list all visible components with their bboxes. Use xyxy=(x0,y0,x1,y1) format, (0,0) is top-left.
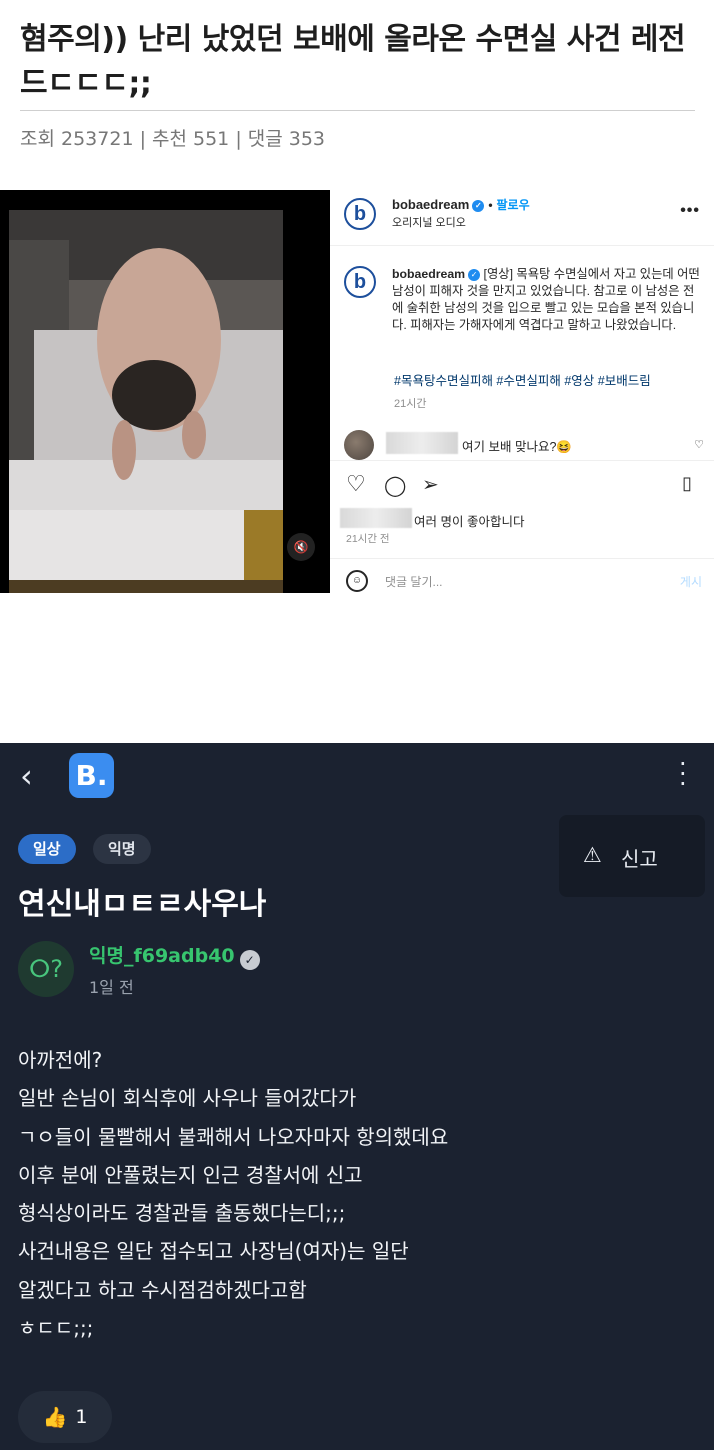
blurred-username xyxy=(386,432,458,454)
thumbs-up-icon: 👍 xyxy=(42,1405,68,1429)
bookmark-icon[interactable]: ▯ xyxy=(682,473,692,494)
post-comment-button[interactable]: 게시 xyxy=(680,573,702,590)
comment-row: 여기 보배 맞나요?😆 ♡ xyxy=(344,430,704,460)
body-line: 일반 손님이 회식후에 사우나 들어갔다가 xyxy=(18,1086,357,1111)
verified-icon: ✓ xyxy=(472,199,485,212)
comment-icon[interactable]: ◯ xyxy=(384,473,406,498)
audio-label[interactable]: 오리지널 오디오 xyxy=(392,214,466,230)
caption-time: 21시간 xyxy=(394,398,427,410)
account-name[interactable]: bobaedream xyxy=(392,197,469,212)
body-line: ㄱㅇ들이 물빨해서 불쾌해서 나오자마자 항의했데요 xyxy=(18,1124,449,1149)
warning-icon: ⚠ xyxy=(583,843,602,867)
report-button[interactable]: 신고 xyxy=(621,843,658,872)
action-bar: ♡ ◯ ➢ ▯ xyxy=(330,460,714,504)
video-frame-image xyxy=(9,210,283,593)
divider xyxy=(20,110,695,111)
instagram-post-panel: b bobaedream ✓ • 팔로우 오리지널 오디오 ••• b bobaedr… xyxy=(330,190,714,600)
body-line: 알겠다고 하고 수시점검하겠다고함 xyxy=(18,1277,307,1302)
commenter-avatar[interactable] xyxy=(344,430,374,460)
body-line: ㅎㄷㄷ;;; xyxy=(18,1316,94,1341)
like-count: 1 xyxy=(75,1406,88,1428)
comment-input-bar: ☺ 댓글 달기... 게시 xyxy=(330,558,714,600)
anonymous-avatar-icon[interactable]: ⵔ? xyxy=(18,941,74,997)
more-options-icon[interactable]: ••• xyxy=(680,202,700,220)
share-icon[interactable]: ➢ xyxy=(422,472,439,497)
account-name-row: bobaedream ✓ • 팔로우 xyxy=(392,196,530,213)
video-player[interactable]: 🔇 xyxy=(0,190,330,593)
report-menu: ⚠ 신고 xyxy=(559,815,705,897)
blurred-liker xyxy=(340,508,412,528)
body-line: 사건내용은 일단 접수되고 사장님(여자)는 일단 xyxy=(18,1239,409,1264)
tag-daily[interactable]: 일상 xyxy=(18,834,76,864)
instagram-header: b bobaedream ✓ • 팔로우 오리지널 오디오 ••• xyxy=(330,190,714,246)
body-line: 아까전에? xyxy=(18,1048,103,1072)
post-time: 21시간 전 xyxy=(346,533,390,545)
comment-like-icon[interactable]: ♡ xyxy=(694,438,704,451)
follow-button[interactable]: 팔로우 xyxy=(497,198,530,212)
verified-icon: ✓ xyxy=(468,268,481,281)
author-row: 익명_f69adb40 ✓ xyxy=(89,941,260,970)
hashtags[interactable]: #목욕탕수면실피해 #수면실피해 #영상 #보배드림 xyxy=(394,370,651,389)
post-body: 아까전에? 일반 손님이 회식후에 사우나 들어갔다가 ㄱㅇ들이 물빨해서 불쾌… xyxy=(18,1041,698,1347)
brand-logo-icon: B. xyxy=(69,753,114,798)
author-name[interactable]: 익명_f69adb40 xyxy=(89,945,235,967)
community-app: ‹ B. · · · ⚠ 신고 일상 익명 연신내ㅁㅌㄹ사우나 ⵔ? 익명_f69a… xyxy=(0,743,714,1450)
emoji-icon[interactable]: ☺ xyxy=(346,570,368,592)
kebab-icon[interactable]: · · · xyxy=(679,752,687,796)
verified-icon: ✓ xyxy=(239,950,260,970)
post-title: 혐주의)) 난리 났었던 보배에 올라온 수면실 사건 레전드ㄷㄷㄷ;; xyxy=(20,22,686,101)
body-line: 형식상이라도 경찰관들 출동했다는디;;; xyxy=(18,1201,346,1226)
comment-text: 여기 보배 맞나요?😆 xyxy=(462,440,572,454)
separator-dot: • xyxy=(488,198,493,212)
post-meta: 조회 253721 | 추천 551 | 댓글 353 xyxy=(20,128,326,150)
post-title: 연신내ㅁㅌㄹ사우나 xyxy=(18,887,267,922)
caption: bobaedream ✓ [영상] 목욕탕 수면실에서 자고 있는데 어떤 남성이… xyxy=(392,266,704,334)
likes-text[interactable]: 여러 명이 좋아합니다 xyxy=(414,511,524,530)
heart-icon[interactable]: ♡ xyxy=(346,471,366,497)
post-time: 1일 전 xyxy=(89,978,134,997)
caption-avatar[interactable]: b xyxy=(344,266,376,298)
tag-anonymous[interactable]: 익명 xyxy=(93,834,151,864)
caption-user[interactable]: bobaedream xyxy=(392,267,465,281)
account-avatar[interactable]: b xyxy=(344,198,376,230)
mute-icon[interactable]: 🔇 xyxy=(287,533,315,561)
like-button[interactable]: 👍 1 xyxy=(18,1391,112,1443)
back-icon[interactable]: ‹ xyxy=(20,757,33,795)
comment-input[interactable]: 댓글 달기... xyxy=(385,573,443,590)
body-line: 이후 분에 안풀렸는지 인근 경찰서에 신고 xyxy=(18,1162,363,1187)
